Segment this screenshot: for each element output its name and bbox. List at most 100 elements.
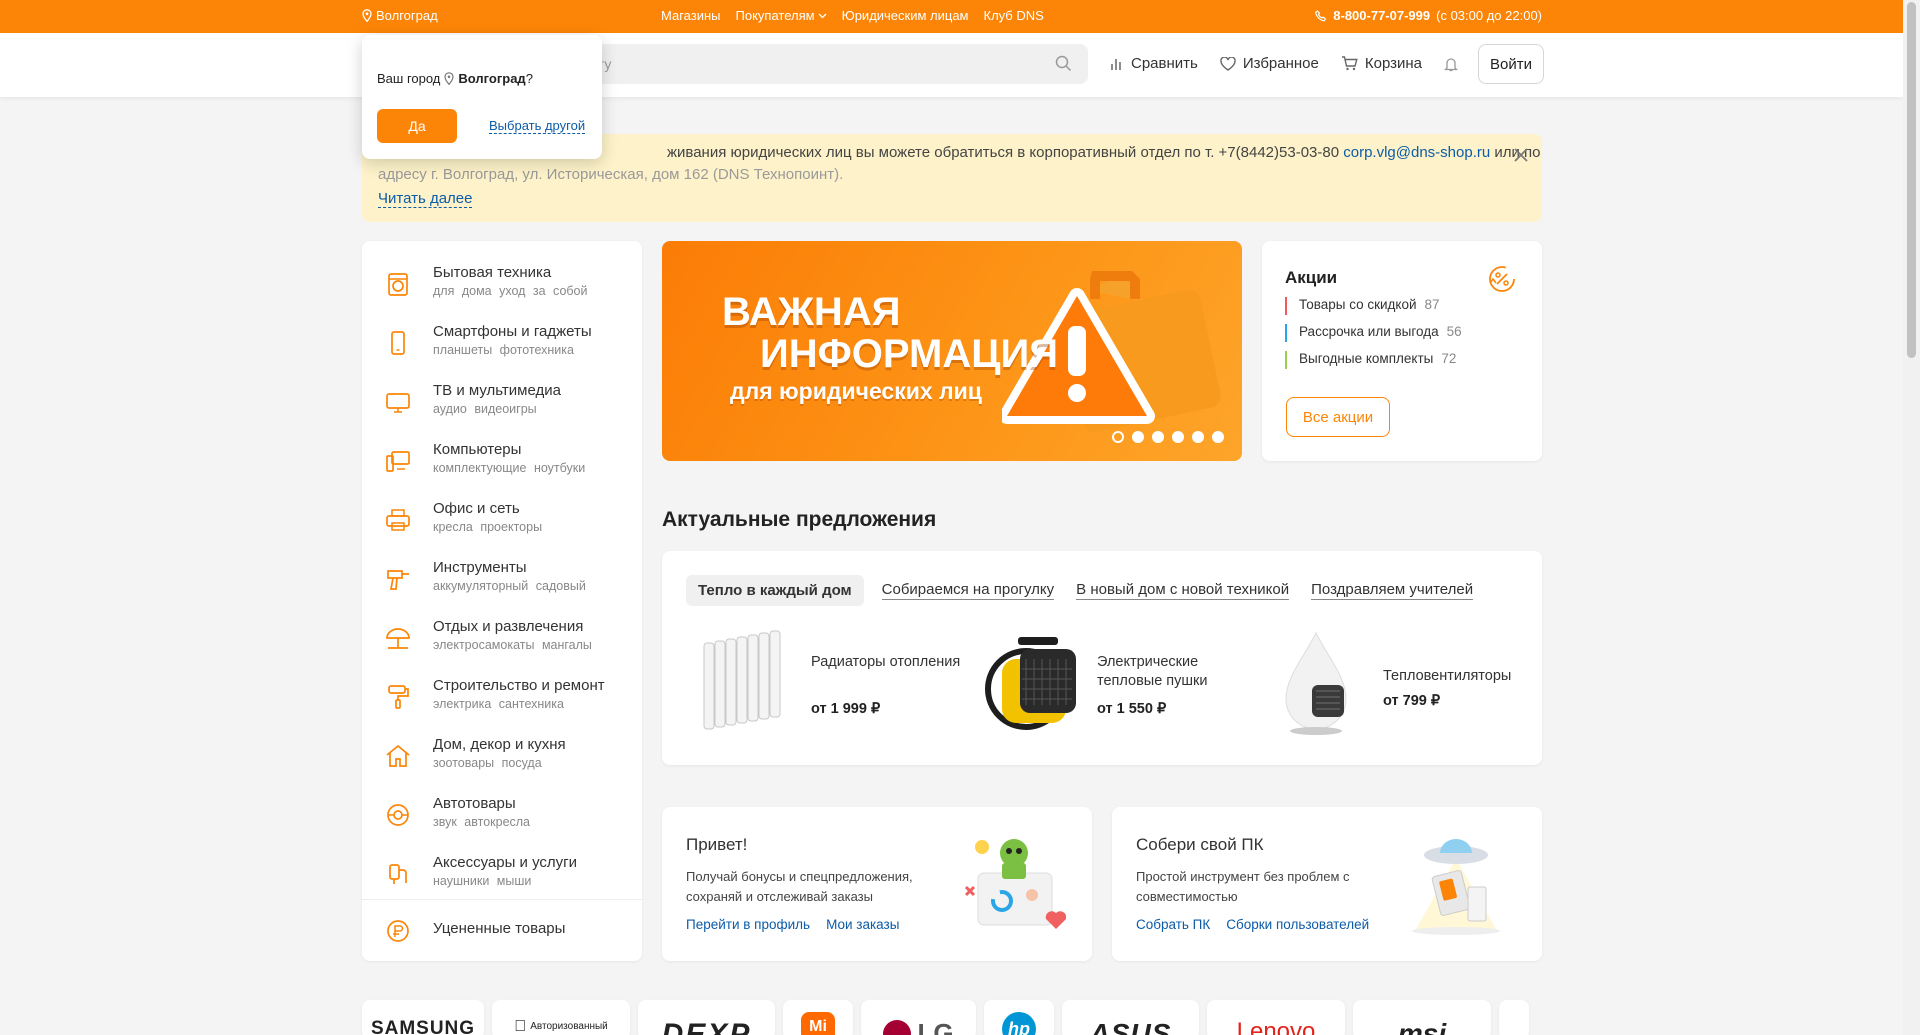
user-builds-link[interactable]: Сборки пользователей [1226, 917, 1369, 932]
compare-button[interactable]: Сравнить [1110, 55, 1198, 72]
confirm-city-button[interactable]: Да [377, 109, 457, 143]
brand-msi[interactable]: msi [1353, 1000, 1491, 1035]
banner-dot[interactable] [1132, 431, 1144, 443]
catalog-item-discounted[interactable]: Уцененные товары [362, 907, 642, 957]
catalog-item-leisure[interactable]: Отдых и развлечения электросамокаты манг… [362, 614, 642, 664]
offer-heat-guns[interactable]: Электрические тепловые пушки от 1 550 ₽ [982, 629, 1262, 739]
catalog-title: Инструменты [433, 559, 527, 576]
offers-card: Тепло в каждый дом Собираемся на прогулк… [662, 551, 1542, 765]
catalog-item-auto[interactable]: Автотовары звук автокресла [362, 791, 642, 841]
city-question-text: Ваш город [377, 71, 441, 86]
fan-heater-image [1285, 631, 1347, 735]
banner-dot[interactable] [1172, 431, 1184, 443]
catalog-sub: электросамокаты мангалы [433, 638, 592, 652]
login-button[interactable]: Войти [1478, 44, 1544, 84]
tab-teachers[interactable]: Поздравляем учителей [1311, 581, 1474, 600]
search-icon[interactable] [1055, 55, 1072, 72]
catalog-title: Офис и сеть [433, 500, 520, 517]
catalog-title: Смартфоны и гаджеты [433, 323, 592, 340]
banner-dot[interactable] [1112, 431, 1124, 443]
catalog-sub: наушники мыши [433, 874, 532, 888]
brand-hp[interactable]: hp [984, 1000, 1054, 1035]
read-more-link[interactable]: Читать далее [378, 190, 473, 208]
link-legal[interactable]: Юридическим лицам [842, 8, 969, 23]
link-buyers[interactable]: Покупателям [736, 8, 827, 23]
catalog-sub: планшеты фототехника [433, 343, 574, 357]
heart-icon [1220, 56, 1236, 71]
catalog-item-construction[interactable]: Строительство и ремонт электрика сантехн… [362, 673, 642, 723]
close-icon[interactable] [1512, 146, 1530, 164]
city-confirm-popup: Ваш город Волгоград? Да Выбрать другой [362, 35, 602, 159]
all-promos-button[interactable]: Все акции [1286, 397, 1390, 437]
link-club[interactable]: Клуб DNS [984, 8, 1044, 23]
phone-number: 8-800-77-07-999 [1333, 8, 1431, 23]
catalog-item-smartphones[interactable]: Смартфоны и гаджеты планшеты фототехника [362, 319, 642, 369]
notice-line1: живания юридических лиц вы можете обрати… [667, 144, 1541, 161]
brand-xiaomi[interactable]: Mi [783, 1000, 853, 1035]
catalog-item-accessories[interactable]: Аксессуары и услуги наушники мыши [362, 850, 642, 900]
brand-lg[interactable]: LG [861, 1000, 976, 1035]
promo-banner[interactable]: ВАЖНАЯ ИНФОРМАЦИЯ для юридических лиц [662, 241, 1242, 461]
scrollbar-thumb[interactable] [1907, 2, 1916, 358]
catalog-sub: для дома уход за собой [433, 284, 588, 298]
build-pc-link[interactable]: Собрать ПК [1136, 917, 1210, 932]
brand-apple[interactable]: Авторизованный [492, 1000, 630, 1035]
offer-radiators[interactable]: Радиаторы отопления от 1 999 ₽ [696, 629, 976, 739]
tab-new-home[interactable]: В новый дом с новой техникой [1076, 581, 1290, 600]
catalog-sub: звук автокресла [433, 815, 531, 829]
catalog-title: Бытовая техника [433, 264, 552, 281]
catalog-item-tv[interactable]: ТВ и мультимедиа аудио видеоигры [362, 378, 642, 428]
bell-icon[interactable] [1444, 56, 1459, 72]
banner-dot[interactable] [1192, 431, 1204, 443]
brand-dexp[interactable]: DEXP [638, 1000, 775, 1035]
notice-email-link[interactable]: corp.vlg@dns-shop.ru [1343, 144, 1490, 161]
offer-price: от 1 550 ₽ [1097, 701, 1167, 717]
catalog-sub: комплектующие ноутбуки [433, 461, 586, 475]
catalog-title: Отдых и развлечения [433, 618, 584, 635]
build-pc-title: Собери свой ПК [1136, 835, 1264, 854]
top-bar: Волгоград Магазины Покупателям Юридическ… [0, 0, 1903, 33]
offer-fan-heaters[interactable]: Тепловентиляторы от 799 ₽ [1268, 629, 1548, 739]
hotline[interactable]: 8-800-77-07-999 (с 03:00 до 22:00) [1315, 8, 1542, 23]
brand-asus[interactable]: ASUS [1062, 1000, 1199, 1035]
promo-row-discount[interactable]: Товары со скидкой 87 [1285, 297, 1440, 315]
catalog-sub: аудио видеоигры [433, 402, 537, 416]
promo-row-installment[interactable]: Рассрочка или выгода 56 [1285, 324, 1462, 342]
page-scrollbar[interactable] [1903, 0, 1920, 1035]
washing-machine-icon [388, 273, 408, 296]
brand-samsung[interactable]: SAMSUNG [362, 1000, 484, 1035]
accessories-icon [389, 864, 407, 884]
discount-coin-icon [387, 920, 409, 942]
catalog-item-tools[interactable]: Инструменты аккумуляторный садовый [362, 555, 642, 605]
promo-row-label: Товары со скидкой [1299, 297, 1417, 312]
cart-button[interactable]: Корзина [1341, 55, 1422, 72]
my-orders-link[interactable]: Мои заказы [826, 917, 899, 932]
smartphone-icon [391, 331, 405, 355]
banner-dot[interactable] [1152, 431, 1164, 443]
catalog-item-office[interactable]: Офис и сеть кресла проекторы [362, 496, 642, 546]
tab-walk[interactable]: Собираемся на прогулку [881, 581, 1055, 600]
brand-lenovo[interactable]: Lenovo [1207, 1000, 1345, 1035]
location-pin-icon [444, 72, 454, 85]
banner-dot[interactable] [1212, 431, 1224, 443]
catalog-item-home[interactable]: Дом, декор и кухня зоотовары посуда [362, 732, 642, 782]
catalog-item-computers[interactable]: Компьютеры комплектующие ноутбуки [362, 437, 642, 487]
tab-warm-home[interactable]: Тепло в каждый дом [686, 575, 864, 606]
catalog-item-appliances[interactable]: Бытовая техника для дома уход за собой [362, 260, 642, 310]
cart-label: Корзина [1364, 55, 1423, 72]
go-to-profile-link[interactable]: Перейти в профиль [686, 917, 810, 932]
catalog-title: ТВ и мультимедиа [433, 382, 561, 399]
brand-logo: ASUS [1089, 1018, 1172, 1035]
city-selector[interactable]: Волгоград [362, 8, 438, 23]
catalog-divider [362, 899, 642, 900]
search-input[interactable]: йту [540, 44, 1088, 84]
choose-other-city-link[interactable]: Выбрать другой [489, 118, 586, 134]
compare-icon [1111, 58, 1121, 70]
brand-logo: Авторизованный [524, 1021, 608, 1032]
promo-row-bundles[interactable]: Выгодные комплекты 72 [1285, 351, 1456, 369]
favorites-button[interactable]: Избранное [1220, 55, 1319, 72]
brand-logo: LG [917, 1018, 954, 1035]
link-stores[interactable]: Магазины [661, 8, 721, 23]
brand-partial[interactable] [1499, 1000, 1529, 1035]
computer-icon [386, 451, 410, 472]
